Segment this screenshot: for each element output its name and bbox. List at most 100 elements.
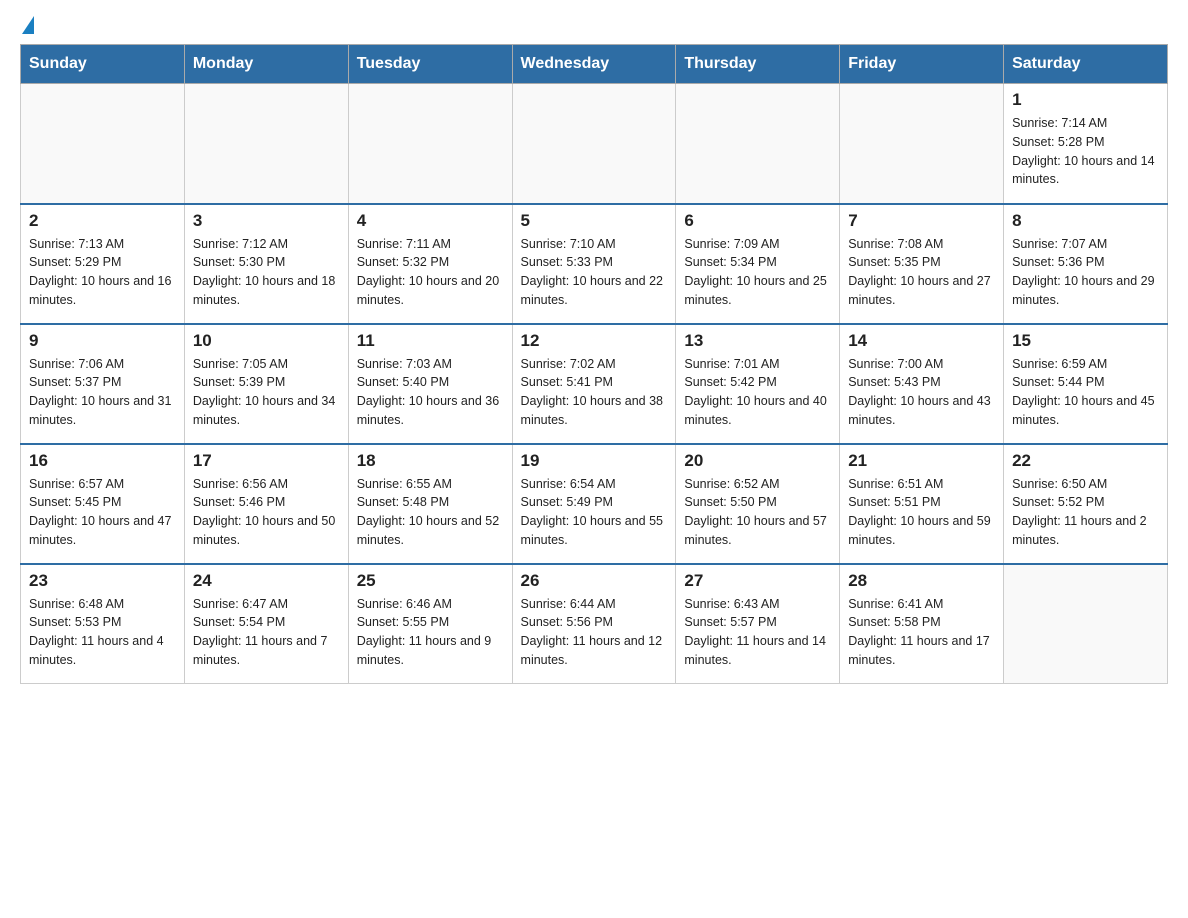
day-info: Sunrise: 6:48 AM Sunset: 5:53 PM Dayligh… [29, 595, 176, 670]
day-number: 26 [521, 571, 668, 591]
week-row-1: 1 Sunrise: 7:14 AM Sunset: 5:28 PM Daylig… [21, 84, 1168, 204]
day-number: 17 [193, 451, 340, 471]
day-info: Sunrise: 6:57 AM Sunset: 5:45 PM Dayligh… [29, 475, 176, 550]
calendar-cell: 12 Sunrise: 7:02 AM Sunset: 5:41 PM Dayli… [512, 324, 676, 444]
calendar-cell: 24Sunrise: 6:47 AM Sunset: 5:54 PM Dayli… [184, 564, 348, 684]
calendar-cell: 17 Sunrise: 6:56 AM Sunset: 5:46 PM Dayli… [184, 444, 348, 564]
day-number: 23 [29, 571, 176, 591]
day-number: 25 [357, 571, 504, 591]
day-info: Sunrise: 7:00 AM Sunset: 5:43 PM Dayligh… [848, 355, 995, 430]
day-info: Sunrise: 6:41 AM Sunset: 5:58 PM Dayligh… [848, 595, 995, 670]
weekday-header-wednesday: Wednesday [512, 45, 676, 84]
weekday-header-friday: Friday [840, 45, 1004, 84]
day-info: Sunrise: 7:07 AM Sunset: 5:36 PM Dayligh… [1012, 235, 1159, 310]
calendar-cell: 6 Sunrise: 7:09 AM Sunset: 5:34 PM Daylig… [676, 204, 840, 324]
week-row-4: 16 Sunrise: 6:57 AM Sunset: 5:45 PM Dayli… [21, 444, 1168, 564]
calendar-cell: 2Sunrise: 7:13 AM Sunset: 5:29 PM Daylig… [21, 204, 185, 324]
calendar-cell: 15 Sunrise: 6:59 AM Sunset: 5:44 PM Dayli… [1004, 324, 1168, 444]
day-info: Sunrise: 7:13 AM Sunset: 5:29 PM Dayligh… [29, 235, 176, 310]
logo [20, 20, 34, 34]
day-number: 3 [193, 211, 340, 231]
day-number: 13 [684, 331, 831, 351]
day-info: Sunrise: 6:52 AM Sunset: 5:50 PM Dayligh… [684, 475, 831, 550]
week-row-2: 2Sunrise: 7:13 AM Sunset: 5:29 PM Daylig… [21, 204, 1168, 324]
calendar-cell [1004, 564, 1168, 684]
day-info: Sunrise: 7:14 AM Sunset: 5:28 PM Dayligh… [1012, 114, 1159, 189]
day-info: Sunrise: 6:43 AM Sunset: 5:57 PM Dayligh… [684, 595, 831, 670]
day-number: 7 [848, 211, 995, 231]
day-info: Sunrise: 6:46 AM Sunset: 5:55 PM Dayligh… [357, 595, 504, 670]
calendar-cell: 5 Sunrise: 7:10 AM Sunset: 5:33 PM Daylig… [512, 204, 676, 324]
week-row-3: 9 Sunrise: 7:06 AM Sunset: 5:37 PM Daylig… [21, 324, 1168, 444]
calendar-cell: 1 Sunrise: 7:14 AM Sunset: 5:28 PM Daylig… [1004, 84, 1168, 204]
calendar-cell: 26 Sunrise: 6:44 AM Sunset: 5:56 PM Dayli… [512, 564, 676, 684]
calendar-cell: 3 Sunrise: 7:12 AM Sunset: 5:30 PM Daylig… [184, 204, 348, 324]
day-number: 20 [684, 451, 831, 471]
day-number: 22 [1012, 451, 1159, 471]
day-info: Sunrise: 7:02 AM Sunset: 5:41 PM Dayligh… [521, 355, 668, 430]
calendar-cell: 18 Sunrise: 6:55 AM Sunset: 5:48 PM Dayli… [348, 444, 512, 564]
logo-triangle-icon [22, 16, 34, 34]
day-number: 6 [684, 211, 831, 231]
day-info: Sunrise: 7:05 AM Sunset: 5:39 PM Dayligh… [193, 355, 340, 430]
weekday-header-monday: Monday [184, 45, 348, 84]
calendar-cell: 20 Sunrise: 6:52 AM Sunset: 5:50 PM Dayli… [676, 444, 840, 564]
day-info: Sunrise: 6:50 AM Sunset: 5:52 PM Dayligh… [1012, 475, 1159, 550]
day-number: 10 [193, 331, 340, 351]
day-info: Sunrise: 6:44 AM Sunset: 5:56 PM Dayligh… [521, 595, 668, 670]
day-number: 15 [1012, 331, 1159, 351]
calendar-cell [676, 84, 840, 204]
day-info: Sunrise: 7:01 AM Sunset: 5:42 PM Dayligh… [684, 355, 831, 430]
calendar-cell: 4 Sunrise: 7:11 AM Sunset: 5:32 PM Daylig… [348, 204, 512, 324]
week-row-5: 23 Sunrise: 6:48 AM Sunset: 5:53 PM Dayli… [21, 564, 1168, 684]
calendar-cell [512, 84, 676, 204]
calendar-cell [21, 84, 185, 204]
day-info: Sunrise: 6:51 AM Sunset: 5:51 PM Dayligh… [848, 475, 995, 550]
day-number: 19 [521, 451, 668, 471]
calendar-cell: 23 Sunrise: 6:48 AM Sunset: 5:53 PM Dayli… [21, 564, 185, 684]
calendar-cell: 7 Sunrise: 7:08 AM Sunset: 5:35 PM Daylig… [840, 204, 1004, 324]
day-number: 9 [29, 331, 176, 351]
calendar-cell [184, 84, 348, 204]
day-number: 16 [29, 451, 176, 471]
day-info: Sunrise: 7:06 AM Sunset: 5:37 PM Dayligh… [29, 355, 176, 430]
day-info: Sunrise: 6:59 AM Sunset: 5:44 PM Dayligh… [1012, 355, 1159, 430]
day-number: 28 [848, 571, 995, 591]
day-number: 18 [357, 451, 504, 471]
day-number: 12 [521, 331, 668, 351]
calendar-cell: 14 Sunrise: 7:00 AM Sunset: 5:43 PM Dayli… [840, 324, 1004, 444]
day-info: Sunrise: 6:55 AM Sunset: 5:48 PM Dayligh… [357, 475, 504, 550]
day-info: Sunrise: 7:10 AM Sunset: 5:33 PM Dayligh… [521, 235, 668, 310]
day-number: 27 [684, 571, 831, 591]
day-info: Sunrise: 7:08 AM Sunset: 5:35 PM Dayligh… [848, 235, 995, 310]
calendar-cell: 27 Sunrise: 6:43 AM Sunset: 5:57 PM Dayli… [676, 564, 840, 684]
calendar-cell: 21 Sunrise: 6:51 AM Sunset: 5:51 PM Dayli… [840, 444, 1004, 564]
day-number: 21 [848, 451, 995, 471]
day-info: Sunrise: 6:54 AM Sunset: 5:49 PM Dayligh… [521, 475, 668, 550]
day-number: 5 [521, 211, 668, 231]
page-header [20, 20, 1168, 34]
calendar-cell: 10 Sunrise: 7:05 AM Sunset: 5:39 PM Dayli… [184, 324, 348, 444]
day-number: 14 [848, 331, 995, 351]
calendar-cell: 22 Sunrise: 6:50 AM Sunset: 5:52 PM Dayli… [1004, 444, 1168, 564]
calendar-cell: 11 Sunrise: 7:03 AM Sunset: 5:40 PM Dayli… [348, 324, 512, 444]
day-info: Sunrise: 7:09 AM Sunset: 5:34 PM Dayligh… [684, 235, 831, 310]
day-info: Sunrise: 6:47 AM Sunset: 5:54 PM Dayligh… [193, 595, 340, 670]
day-info: Sunrise: 6:56 AM Sunset: 5:46 PM Dayligh… [193, 475, 340, 550]
calendar-cell: 13 Sunrise: 7:01 AM Sunset: 5:42 PM Dayli… [676, 324, 840, 444]
day-number: 8 [1012, 211, 1159, 231]
calendar-cell: 9 Sunrise: 7:06 AM Sunset: 5:37 PM Daylig… [21, 324, 185, 444]
day-info: Sunrise: 7:11 AM Sunset: 5:32 PM Dayligh… [357, 235, 504, 310]
day-number: 1 [1012, 90, 1159, 110]
calendar-cell: 19 Sunrise: 6:54 AM Sunset: 5:49 PM Dayli… [512, 444, 676, 564]
day-number: 11 [357, 331, 504, 351]
weekday-header-saturday: Saturday [1004, 45, 1168, 84]
day-number: 4 [357, 211, 504, 231]
weekday-header-thursday: Thursday [676, 45, 840, 84]
day-info: Sunrise: 7:12 AM Sunset: 5:30 PM Dayligh… [193, 235, 340, 310]
calendar-cell: 8 Sunrise: 7:07 AM Sunset: 5:36 PM Daylig… [1004, 204, 1168, 324]
calendar-cell [348, 84, 512, 204]
calendar-cell: 16 Sunrise: 6:57 AM Sunset: 5:45 PM Dayli… [21, 444, 185, 564]
calendar-cell: 28 Sunrise: 6:41 AM Sunset: 5:58 PM Dayli… [840, 564, 1004, 684]
day-info: Sunrise: 7:03 AM Sunset: 5:40 PM Dayligh… [357, 355, 504, 430]
